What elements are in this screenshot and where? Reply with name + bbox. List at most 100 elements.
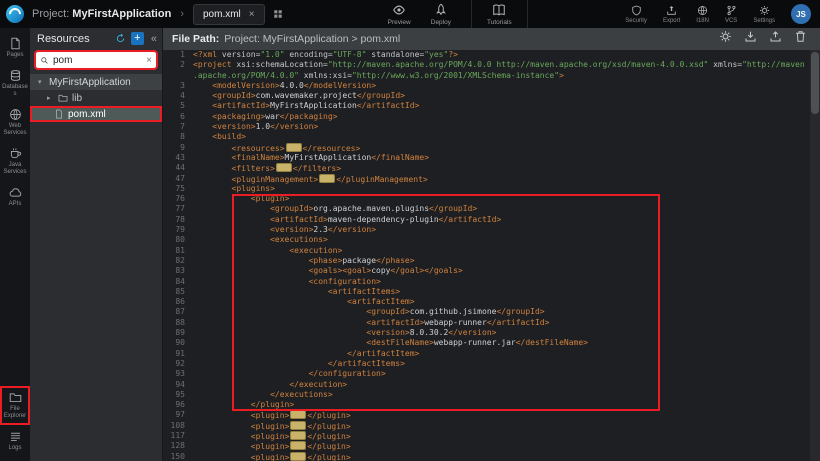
line-number: 128 (163, 441, 193, 451)
wavemaker-logo[interactable] (6, 5, 24, 23)
code-line: 90 <destFileName>webapp-runner.jar</dest… (163, 338, 810, 348)
line-number: 93 (163, 369, 193, 379)
refresh-icon[interactable] (115, 33, 126, 44)
code-line: 77 <groupId>org.apache.maven.plugins</gr… (163, 204, 810, 214)
sidebar-item-file-explorer[interactable]: File Explorer (0, 386, 30, 425)
settings-button[interactable]: Settings (745, 5, 783, 24)
scrollbar-thumb[interactable] (811, 52, 819, 114)
export-button[interactable]: Export (655, 5, 688, 24)
sidebar-item-label: Logs (1, 445, 29, 452)
code-line: 75 <plugins> (163, 184, 810, 194)
code-line: 91 </artifactItem> (163, 349, 810, 359)
security-button[interactable]: Security (617, 5, 655, 24)
line-number: 4 (163, 91, 193, 101)
upload-button[interactable] (769, 30, 782, 48)
globe-icon (9, 108, 22, 121)
tab-pom-xml[interactable]: pom.xml × (193, 4, 265, 25)
code-line: 89 <version>8.0.30.2</version> (163, 328, 810, 338)
code-line: 95 </executions> (163, 390, 810, 400)
clear-search-icon[interactable]: × (146, 55, 152, 66)
sidebar-item-logs[interactable]: Logs (0, 425, 30, 457)
tutorials-button[interactable]: Tutorials (471, 0, 528, 28)
tab-label: pom.xml (203, 9, 241, 20)
tree-item-myfirstapplication[interactable]: ▾ MyFirstApplication (30, 74, 162, 90)
resources-tree: ▾ MyFirstApplication ▸libpom.xml (30, 74, 162, 122)
code-line: 2<project xsi:schemaLocation="http://mav… (163, 60, 810, 70)
settings-button[interactable] (719, 30, 732, 48)
i18n-button[interactable]: I18N (688, 5, 717, 24)
cloud-icon (9, 186, 22, 199)
line-number: 85 (163, 287, 193, 297)
download-button[interactable] (744, 30, 757, 48)
editor-area: File Path: Project: MyFirstApplication >… (163, 28, 820, 461)
editor-scrollbar[interactable] (810, 50, 820, 461)
folded-code[interactable] (290, 421, 306, 430)
folded-code[interactable] (290, 441, 306, 450)
folded-code[interactable] (290, 452, 306, 461)
utility-label: I18N (696, 18, 709, 24)
download-icon (744, 30, 757, 43)
close-tab-icon[interactable]: × (249, 9, 255, 20)
sidebar-item-label: Pages (1, 52, 29, 59)
code-line: 80 <executions> (163, 235, 810, 245)
vcs-button[interactable]: VCS (717, 5, 745, 24)
file-path-value: Project: MyFirstApplication > pom.xml (224, 33, 400, 45)
eye-icon (392, 3, 406, 17)
line-number: 108 (163, 421, 193, 431)
sidebar-item-pages[interactable]: Pages (0, 32, 30, 64)
deploy-button[interactable]: Deploy (421, 0, 461, 28)
code-line: 3 <modelVersion>4.0.0</modelVersion> (163, 81, 810, 91)
chevron-right-icon: › (180, 8, 184, 20)
sidebar-item-label: Web Services (1, 123, 29, 137)
code-line: 1<?xml version="1.0" encoding="UTF-8" st… (163, 50, 810, 60)
search-value: pom (53, 55, 142, 66)
open-tabs-grid-icon[interactable] (273, 9, 283, 19)
line-number (163, 71, 193, 81)
line-number: 47 (163, 174, 193, 184)
resources-search-input[interactable]: pom × (36, 52, 156, 68)
folded-code[interactable] (276, 163, 292, 172)
collapse-panel-icon[interactable]: « (149, 33, 159, 45)
line-number: 44 (163, 163, 193, 173)
code-line: 96 </plugin> (163, 400, 810, 410)
shield-icon (631, 5, 642, 16)
code-line: 93 </configuration> (163, 369, 810, 379)
gear-icon (759, 5, 770, 16)
line-number: 75 (163, 184, 193, 194)
code-editor[interactable]: 1<?xml version="1.0" encoding="UTF-8" st… (163, 50, 810, 461)
code-line: 44 <filters></filters> (163, 163, 810, 173)
preview-button[interactable]: Preview (378, 0, 421, 28)
line-number: 76 (163, 194, 193, 204)
folded-code[interactable] (319, 174, 335, 183)
line-number: 3 (163, 81, 193, 91)
database-icon (9, 69, 22, 82)
code-line: 84 <configuration> (163, 277, 810, 287)
folded-code[interactable] (286, 143, 302, 152)
sidebar-item-web-services[interactable]: Web Services (0, 103, 30, 142)
code-line: 108 <plugin></plugin> (163, 421, 810, 431)
expand-arrow-icon[interactable]: ▸ (47, 94, 54, 102)
folded-code[interactable] (290, 431, 306, 440)
collapse-arrow-icon[interactable]: ▾ (38, 78, 45, 86)
sidebar-item-java-services[interactable]: Java Services (0, 142, 30, 181)
line-number: 87 (163, 307, 193, 317)
utility-label: Security (625, 18, 647, 24)
code-line: .apache.org/POM/4.0.0" xmlns:xsi="http:/… (163, 71, 810, 81)
tree-item-label: MyFirstApplication (49, 77, 131, 88)
code-line: 78 <artifactId>maven-dependency-plugin</… (163, 215, 810, 225)
resources-panel: Resources + « pom × ▾MyFirstApplication▸… (30, 28, 163, 461)
line-number: 8 (163, 132, 193, 142)
code-line: 150 <plugin></plugin> (163, 452, 810, 461)
line-number: 78 (163, 215, 193, 225)
sidebar-item-apis[interactable]: APIs (0, 181, 30, 213)
add-resource-button[interactable]: + (131, 32, 144, 45)
user-avatar[interactable]: JS (791, 4, 811, 24)
folder-icon (58, 93, 68, 103)
tree-item-pom.xml[interactable]: pom.xml (30, 106, 162, 122)
tree-item-lib[interactable]: ▸lib (30, 90, 162, 106)
delete-button[interactable] (794, 30, 807, 48)
line-number: 80 (163, 235, 193, 245)
folded-code[interactable] (290, 410, 306, 419)
sidebar-item-databases[interactable]: Databases (0, 64, 30, 103)
sidebar-item-label: Java Services (1, 162, 29, 176)
